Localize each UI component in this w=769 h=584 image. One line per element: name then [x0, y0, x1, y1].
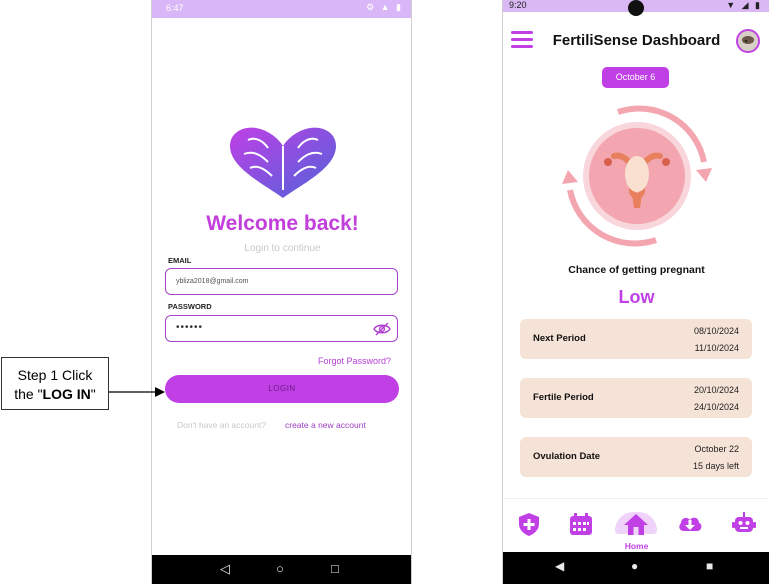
system-nav-bar: ◁ ○ □: [152, 555, 411, 584]
step-line-2-prefix: the ": [14, 386, 43, 402]
forgot-password-link[interactable]: Forgot Password?: [318, 356, 391, 366]
login-phone-screen: 6:47 ⚙ ▲ ▮ Welcome back! Login to contin…: [151, 0, 412, 584]
card-value-2: 24/10/2024: [693, 402, 739, 412]
uterus-cycle-graphic: [562, 105, 712, 247]
cloud-download-icon[interactable]: [677, 511, 703, 537]
status-time: 9:20: [509, 0, 527, 10]
pregnancy-chance-value: Low: [618, 287, 655, 307]
card-value-1: October 22: [694, 444, 739, 454]
status-icons: ▼ ◢ ▮: [726, 0, 762, 10]
password-value: ••••••: [176, 322, 204, 333]
password-field[interactable]: ••••••: [165, 315, 398, 342]
back-nav-button[interactable]: ◀: [555, 559, 564, 573]
home-nav-button[interactable]: ●: [631, 559, 638, 573]
back-nav-button[interactable]: ◁: [220, 561, 230, 577]
dashboard-title: FertiliSense Dashboard: [552, 32, 721, 49]
recents-nav-button[interactable]: ■: [706, 559, 713, 573]
recents-nav-button[interactable]: □: [331, 561, 339, 576]
fertile-period-card[interactable]: Fertile Period 20/10/2024 24/10/2024: [520, 378, 752, 418]
card-value-2: 11/10/2024: [694, 343, 739, 353]
status-bar: 6:47 ⚙ ▲ ▮: [152, 0, 411, 18]
camera-cutout: [628, 0, 644, 16]
login-subtitle: Login to continue: [244, 243, 321, 254]
ovulation-date-card[interactable]: Ovulation Date October 22 15 days left: [520, 437, 752, 477]
dashboard-phone-screen: 9:20 ▼ ◢ ▮ FertiliSense Dashboard Octobe…: [502, 0, 769, 584]
avatar-image: [738, 31, 758, 51]
robot-icon[interactable]: [731, 511, 757, 537]
system-nav-bar: ◀ ● ■: [503, 552, 769, 584]
step-line-2-suffix: ": [90, 386, 96, 402]
bottom-nav-bar: Home: [503, 498, 769, 553]
card-value-1: 20/10/2024: [693, 385, 739, 395]
home-nav-button[interactable]: ○: [276, 561, 284, 576]
home-icon[interactable]: [623, 511, 649, 537]
card-label: Next Period: [533, 333, 586, 344]
card-label: Fertile Period: [533, 392, 594, 403]
eye-off-icon[interactable]: [373, 322, 391, 336]
card-label: Ovulation Date: [533, 451, 601, 462]
calendar-icon[interactable]: [568, 511, 594, 537]
brain-heart-logo: [230, 127, 336, 198]
step-annotation-box: Step 1 Click the "LOG IN": [1, 357, 109, 410]
password-label: PASSWORD: [168, 302, 212, 311]
no-account-text: Don't have an account?: [177, 420, 267, 430]
card-value-2: 15 days left: [692, 461, 739, 471]
email-value: ybliza2018@gmail.com: [176, 278, 249, 285]
status-icons: ⚙ ▲ ▮: [366, 2, 403, 12]
create-account-link[interactable]: create a new account: [285, 420, 366, 430]
annotation-arrow: [109, 387, 165, 397]
login-button[interactable]: LOGIN: [165, 375, 399, 403]
step-line-1: Step 1 Click: [17, 367, 93, 383]
date-chip[interactable]: October 6: [602, 67, 669, 88]
status-time: 6:47: [166, 3, 184, 13]
welcome-heading: Welcome back!: [206, 212, 359, 235]
card-value-1: 08/10/2024: [693, 326, 739, 336]
email-field[interactable]: ybliza2018@gmail.com: [165, 268, 398, 295]
next-period-card[interactable]: Next Period 08/10/2024 11/10/2024: [520, 319, 752, 359]
shield-plus-icon[interactable]: [516, 511, 542, 537]
avatar[interactable]: [736, 29, 760, 53]
email-label: EMAIL: [168, 256, 192, 265]
pregnancy-chance-label: Chance of getting pregnant: [568, 264, 705, 276]
home-tab-label[interactable]: Home: [503, 541, 769, 551]
step-line-2-bold: LOG IN: [42, 386, 91, 402]
step-line-2: the "LOG IN": [2, 385, 108, 404]
